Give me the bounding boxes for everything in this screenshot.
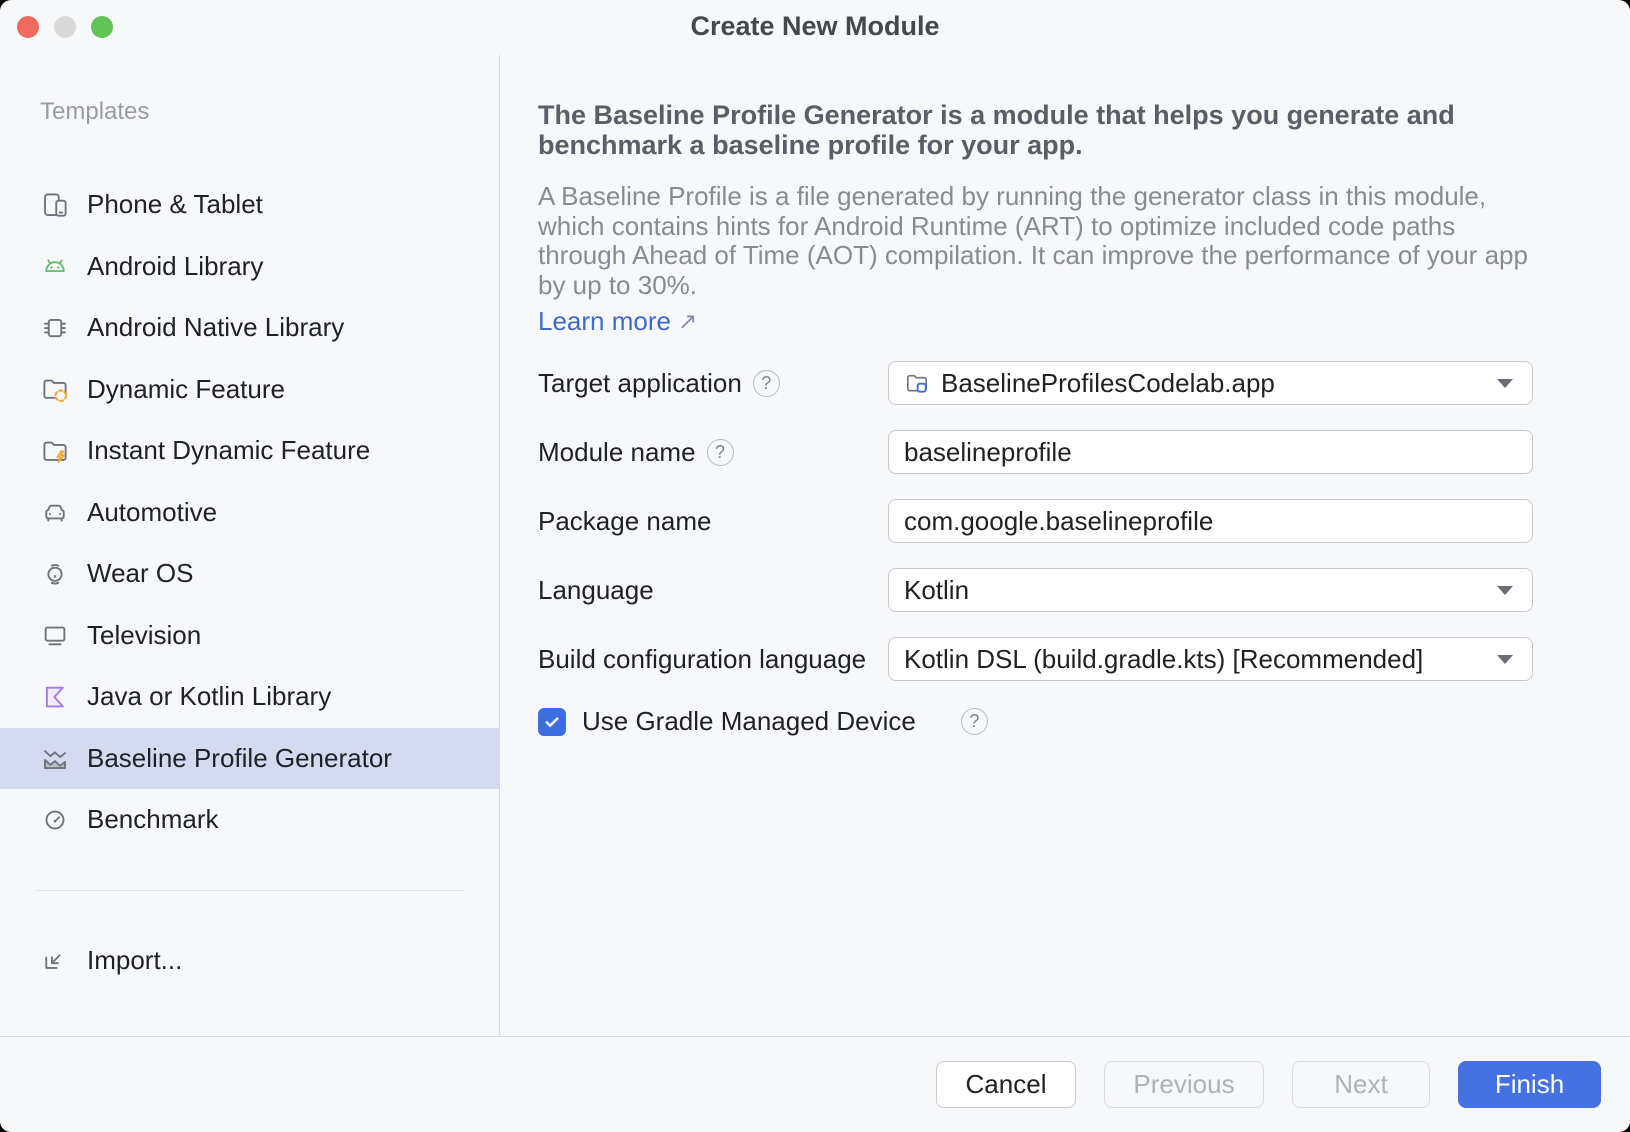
- target-application-row: Target application BaselineProfilesCodel…: [538, 361, 1590, 405]
- line-chart-icon: [40, 743, 70, 773]
- language-dropdown[interactable]: Kotlin: [888, 568, 1533, 612]
- package-name-row: Package name: [538, 499, 1590, 543]
- sidebar-item-label: Import...: [87, 945, 182, 976]
- module-form: Target application BaselineProfilesCodel…: [538, 361, 1590, 737]
- package-name-input[interactable]: [888, 499, 1533, 543]
- build-configuration-language-label: Build configuration language: [538, 644, 866, 675]
- sidebar-item-label: Automotive: [87, 497, 217, 528]
- sidebar-item-android-library[interactable]: Android Library: [0, 236, 499, 298]
- sidebar-item-baseline-profile-generator[interactable]: Baseline Profile Generator: [0, 728, 499, 790]
- learn-more-label: Learn more: [538, 306, 671, 337]
- sidebar-divider: [35, 890, 464, 891]
- sidebar-item-label: Android Library: [87, 251, 263, 282]
- sidebar-item-phone-tablet[interactable]: Phone & Tablet: [0, 174, 499, 236]
- dialog-footer: Cancel Previous Next Finish: [0, 1036, 1630, 1132]
- previous-button[interactable]: Previous: [1104, 1061, 1264, 1108]
- folder-dashed-circle-icon: [40, 374, 70, 404]
- speedometer-icon: [40, 805, 70, 835]
- sidebar-item-label: Television: [87, 620, 201, 651]
- learn-more-link[interactable]: Learn more ↗: [538, 306, 697, 337]
- sidebar-item-label: Wear OS: [87, 558, 193, 589]
- sidebar-item-label: Android Native Library: [87, 312, 344, 343]
- chip-icon: [40, 313, 70, 343]
- sidebar-item-dynamic-feature[interactable]: Dynamic Feature: [0, 359, 499, 421]
- templates-sidebar: Templates Phone & Tablet: [0, 55, 500, 1036]
- android-icon: [40, 251, 70, 281]
- use-gradle-managed-device-checkbox[interactable]: [538, 708, 566, 736]
- sidebar-item-benchmark[interactable]: Benchmark: [0, 789, 499, 851]
- kotlin-icon: [40, 682, 70, 712]
- folder-lightning-icon: [40, 436, 70, 466]
- sidebar-item-instant-dynamic-feature[interactable]: Instant Dynamic Feature: [0, 420, 499, 482]
- sidebar-item-label: Dynamic Feature: [87, 374, 285, 405]
- sidebar-item-android-native-library[interactable]: Android Native Library: [0, 297, 499, 359]
- sidebar-item-label: Phone & Tablet: [87, 189, 263, 220]
- sidebar-item-import[interactable]: Import...: [0, 930, 499, 992]
- sidebar-item-television[interactable]: Television: [0, 605, 499, 667]
- module-name-input[interactable]: [888, 430, 1533, 474]
- phone-tablet-icon: [40, 190, 70, 220]
- sidebar-item-label: Java or Kotlin Library: [87, 681, 331, 712]
- next-button[interactable]: Next: [1292, 1061, 1430, 1108]
- create-new-module-dialog: Create New Module Templates Phone & Tabl…: [0, 0, 1630, 1132]
- sidebar-item-java-kotlin-library[interactable]: Java or Kotlin Library: [0, 666, 499, 728]
- module-folder-icon: [904, 370, 930, 396]
- dropdown-caret-icon: [1497, 655, 1513, 664]
- package-name-label: Package name: [538, 506, 711, 537]
- help-icon[interactable]: [753, 370, 780, 397]
- templates-list: Phone & Tablet Android Library: [0, 174, 499, 851]
- tv-icon: [40, 620, 70, 650]
- target-application-value: BaselineProfilesCodelab.app: [941, 368, 1275, 399]
- build-configuration-language-value: Kotlin DSL (build.gradle.kts) [Recommend…: [904, 644, 1423, 675]
- language-label: Language: [538, 575, 654, 606]
- sidebar-item-label: Benchmark: [87, 804, 219, 835]
- templates-header: Templates: [40, 98, 499, 126]
- target-application-label: Target application: [538, 368, 742, 399]
- language-row: Language Kotlin: [538, 568, 1590, 612]
- use-gradle-managed-device-label: Use Gradle Managed Device: [582, 706, 916, 737]
- import-icon: [40, 945, 70, 975]
- module-config-panel: The Baseline Profile Generator is a modu…: [500, 55, 1630, 1036]
- sidebar-item-wear-os[interactable]: Wear OS: [0, 543, 499, 605]
- module-description-text: A Baseline Profile is a file generated b…: [538, 182, 1538, 300]
- dialog-title: Create New Module: [0, 11, 1630, 42]
- dropdown-caret-icon: [1497, 379, 1513, 388]
- external-link-arrow-icon: ↗: [678, 308, 697, 335]
- watch-icon: [40, 559, 70, 589]
- sidebar-item-label: Baseline Profile Generator: [87, 743, 392, 774]
- module-name-label: Module name: [538, 437, 696, 468]
- language-value: Kotlin: [904, 575, 969, 606]
- dropdown-caret-icon: [1497, 586, 1513, 595]
- car-icon: [40, 497, 70, 527]
- build-configuration-language-dropdown[interactable]: Kotlin DSL (build.gradle.kts) [Recommend…: [888, 637, 1533, 681]
- titlebar: Create New Module: [0, 0, 1630, 55]
- sidebar-item-automotive[interactable]: Automotive: [0, 482, 499, 544]
- cancel-button[interactable]: Cancel: [936, 1061, 1076, 1108]
- finish-button[interactable]: Finish: [1458, 1061, 1601, 1108]
- help-icon[interactable]: [707, 439, 734, 466]
- build-configuration-language-row: Build configuration language Kotlin DSL …: [538, 637, 1590, 681]
- target-application-dropdown[interactable]: BaselineProfilesCodelab.app: [888, 361, 1533, 405]
- module-intro-text: The Baseline Profile Generator is a modu…: [538, 100, 1503, 160]
- use-gradle-managed-device-row: Use Gradle Managed Device: [538, 706, 1590, 737]
- help-icon[interactable]: [961, 708, 988, 735]
- sidebar-item-label: Instant Dynamic Feature: [87, 435, 370, 466]
- module-name-row: Module name: [538, 430, 1590, 474]
